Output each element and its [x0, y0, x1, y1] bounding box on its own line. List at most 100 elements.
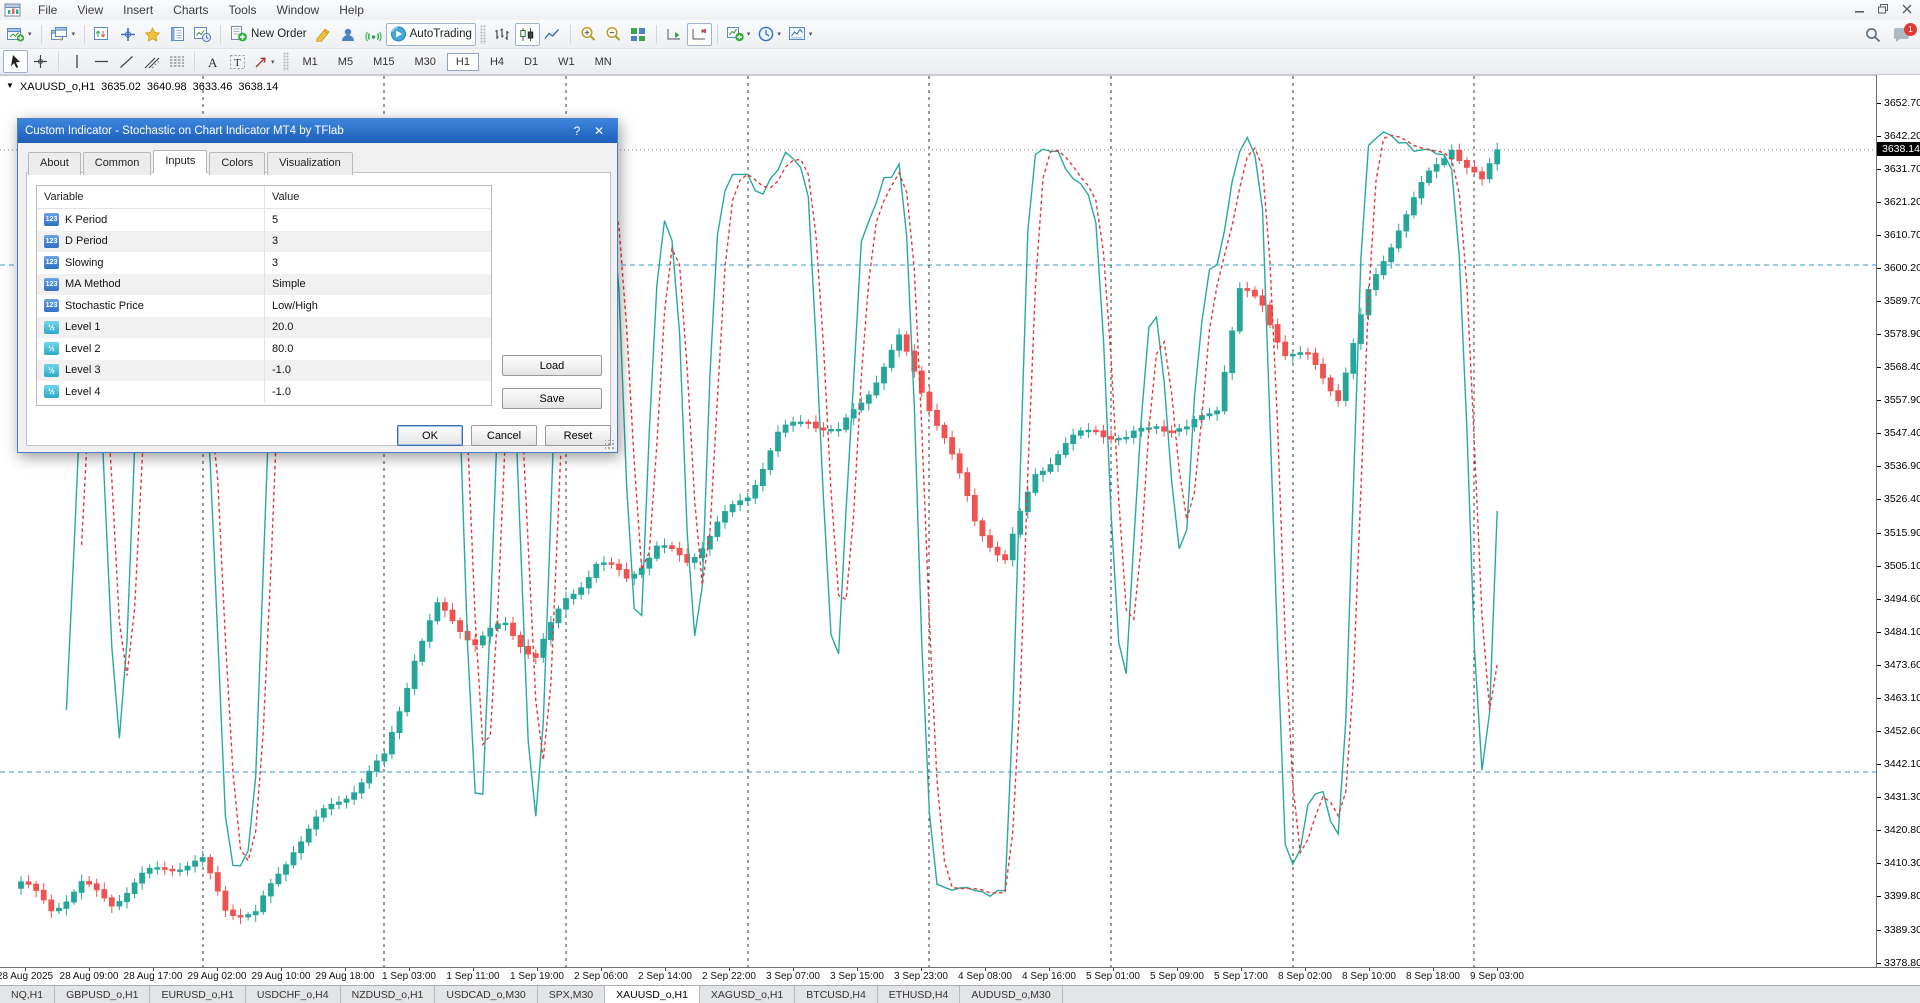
chart-tab-nq-h1[interactable]: NQ,H1	[0, 986, 55, 1003]
menu-charts[interactable]: Charts	[163, 1, 218, 19]
tile-windows-button[interactable]	[626, 23, 651, 46]
vertical-line-button[interactable]	[64, 50, 89, 73]
chart-tab-gbpusd-o-h1[interactable]: GBPUSD_o,H1	[55, 986, 150, 1003]
navigator-button[interactable]	[140, 23, 165, 46]
strategy-tester-button[interactable]	[190, 23, 215, 46]
templates-button[interactable]: ▾	[785, 23, 817, 46]
line-chart-button[interactable]	[540, 23, 565, 46]
chat-icon[interactable]: 1	[1893, 28, 1910, 46]
community-button[interactable]	[336, 23, 361, 46]
signals-button[interactable]	[361, 23, 386, 46]
input-value[interactable]: 80.0	[264, 338, 491, 360]
input-row-level-3[interactable]: ½Level 3-1.0	[37, 360, 491, 382]
menu-view[interactable]: View	[67, 1, 113, 19]
trendline-button[interactable]	[114, 50, 139, 73]
autotrading-button[interactable]: AutoTrading	[386, 23, 476, 46]
text-button[interactable]: A	[200, 50, 225, 73]
price-axis[interactable]: 3638.14 3652.703642.203631.703621.203610…	[1876, 75, 1920, 967]
menu-window[interactable]: Window	[267, 1, 330, 19]
input-value[interactable]: 3	[264, 252, 491, 274]
profiles-button[interactable]: ▾	[47, 23, 80, 46]
bar-chart-button[interactable]	[490, 23, 515, 46]
dialog-close-icon[interactable]: ✕	[588, 124, 610, 138]
chart-tab-audusd-o-m30[interactable]: AUDUSD_o,M30	[960, 986, 1062, 1003]
menu-file[interactable]: File	[28, 1, 67, 19]
input-row-slowing[interactable]: 123Slowing3	[37, 252, 491, 274]
new-order-button[interactable]: New Order	[226, 23, 311, 46]
dialog-title-bar[interactable]: Custom Indicator - Stochastic on Chart I…	[18, 119, 617, 143]
timeframe-h1[interactable]: H1	[447, 53, 479, 71]
arrows-button[interactable]: ▾	[250, 50, 279, 73]
input-value[interactable]: Low/High	[264, 295, 491, 317]
timeframe-m30[interactable]: M30	[405, 53, 444, 71]
input-value[interactable]: 3	[264, 231, 491, 253]
input-value[interactable]: -1.0	[264, 381, 491, 403]
input-value[interactable]: -1.0	[264, 360, 491, 382]
timeframe-h4[interactable]: H4	[481, 53, 513, 71]
input-row-level-2[interactable]: ½Level 280.0	[37, 338, 491, 360]
timeframe-w1[interactable]: W1	[549, 53, 584, 71]
close-icon[interactable]	[1902, 4, 1912, 18]
input-value[interactable]: 20.0	[264, 317, 491, 339]
indicators-button[interactable]: ▾	[723, 23, 755, 46]
load-button[interactable]: Load	[502, 355, 602, 376]
timeframe-m1[interactable]: M1	[294, 53, 327, 71]
save-button[interactable]: Save	[502, 388, 602, 409]
timeframe-d1[interactable]: D1	[515, 53, 547, 71]
chart-tab-xauusd-o-h1[interactable]: XAUUSD_o,H1	[605, 986, 700, 1003]
new-chart-button[interactable]: ▾	[3, 23, 36, 46]
data-window-button[interactable]	[115, 23, 140, 46]
timeframe-mn[interactable]: MN	[586, 53, 621, 71]
input-value[interactable]: 5	[264, 209, 491, 231]
menu-help[interactable]: Help	[329, 1, 374, 19]
chart-tab-nzdusd-o-h1[interactable]: NZDUSD_o,H1	[341, 986, 436, 1003]
input-row-stochastic-price[interactable]: 123Stochastic PriceLow/High	[37, 295, 491, 317]
dialog-tab-common[interactable]: Common	[83, 152, 152, 175]
terminal-button[interactable]	[165, 23, 190, 46]
chart-tab-usdcad-o-m30[interactable]: USDCAD_o,M30	[435, 986, 537, 1003]
chart-tab-xagusd-o-h1[interactable]: XAGUSD_o,H1	[700, 986, 795, 1003]
search-icon[interactable]	[1865, 27, 1881, 46]
chart-shift-button[interactable]	[687, 23, 712, 46]
ok-button[interactable]: OK	[397, 425, 463, 446]
fibonacci-button[interactable]	[164, 50, 189, 73]
input-row-d-period[interactable]: 123D Period3	[37, 231, 491, 253]
input-row-level-1[interactable]: ½Level 120.0	[37, 317, 491, 339]
cursor-button[interactable]	[3, 50, 28, 73]
minimize-button[interactable]	[1855, 4, 1864, 18]
crosshair-button[interactable]	[28, 50, 53, 73]
input-value[interactable]: Simple	[264, 274, 491, 296]
text-label-button[interactable]: T	[225, 50, 250, 73]
time-axis[interactable]: 28 Aug 202528 Aug 09:0028 Aug 17:0029 Au…	[0, 967, 1920, 985]
chart-tab-usdchf-o-h4[interactable]: USDCHF_o,H4	[246, 986, 341, 1003]
chart-tab-btcusd-h4[interactable]: BTCUSD,H4	[795, 986, 878, 1003]
chart-tab-spx-m30[interactable]: SPX,M30	[538, 986, 605, 1003]
collapse-arrow-icon[interactable]: ▼	[6, 81, 14, 93]
candlestick-chart-button[interactable]	[515, 23, 540, 46]
metaeditor-button[interactable]	[311, 23, 336, 46]
restore-button[interactable]	[1878, 4, 1888, 18]
horizontal-line-button[interactable]	[89, 50, 114, 73]
input-row-level-4[interactable]: ½Level 4-1.0	[37, 381, 491, 403]
chart-tab-eurusd-o-h1[interactable]: EURUSD_o,H1	[150, 986, 245, 1003]
timeframe-m15[interactable]: M15	[364, 53, 403, 71]
dialog-tab-inputs[interactable]: Inputs	[153, 150, 207, 173]
zoom-out-button[interactable]	[601, 23, 626, 46]
dialog-resize-grip[interactable]	[605, 440, 615, 450]
cancel-button[interactable]: Cancel	[471, 425, 537, 446]
input-row-ma-method[interactable]: 123MA MethodSimple	[37, 274, 491, 296]
dialog-tab-colors[interactable]: Colors	[209, 152, 265, 175]
input-row-k-period[interactable]: 123K Period5	[37, 209, 491, 231]
chart-tab-ethusd-h4[interactable]: ETHUSD,H4	[878, 986, 961, 1003]
menu-insert[interactable]: Insert	[113, 1, 163, 19]
dialog-tab-about[interactable]: About	[28, 152, 81, 175]
menu-tools[interactable]: Tools	[219, 1, 267, 19]
reset-button[interactable]: Reset	[545, 425, 611, 446]
auto-scroll-button[interactable]	[662, 23, 687, 46]
dialog-help-button[interactable]: ?	[566, 124, 588, 138]
equidistant-channel-button[interactable]	[139, 50, 164, 73]
dialog-tab-visualization[interactable]: Visualization	[267, 152, 353, 175]
market-watch-button[interactable]	[90, 23, 115, 46]
timeframe-m5[interactable]: M5	[329, 53, 362, 71]
periods-button[interactable]: ▾	[754, 23, 785, 46]
